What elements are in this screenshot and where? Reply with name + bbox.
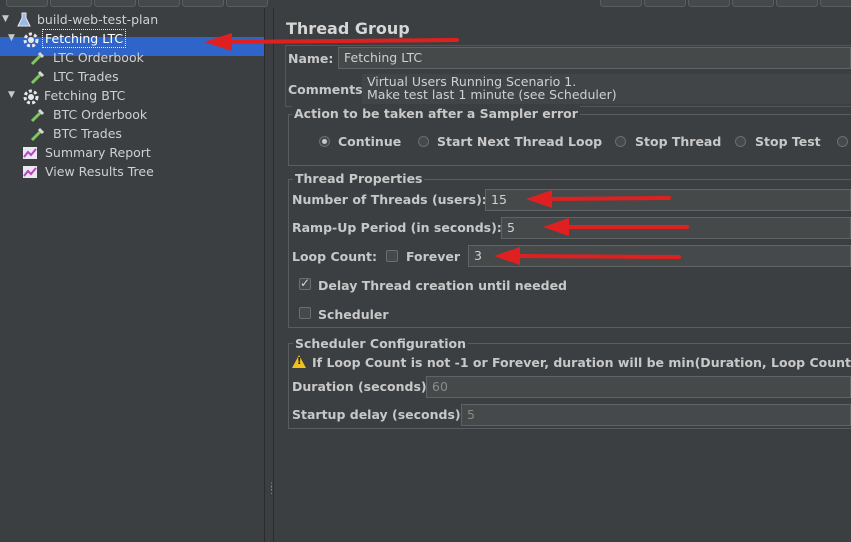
annotation-arrow-tree (204, 33, 459, 51)
annotation-arrow-rampup (543, 218, 689, 236)
annotation-arrows (204, 33, 689, 265)
annotation-arrow-loop-count (494, 247, 681, 265)
annotation-arrow-threads (526, 190, 671, 208)
